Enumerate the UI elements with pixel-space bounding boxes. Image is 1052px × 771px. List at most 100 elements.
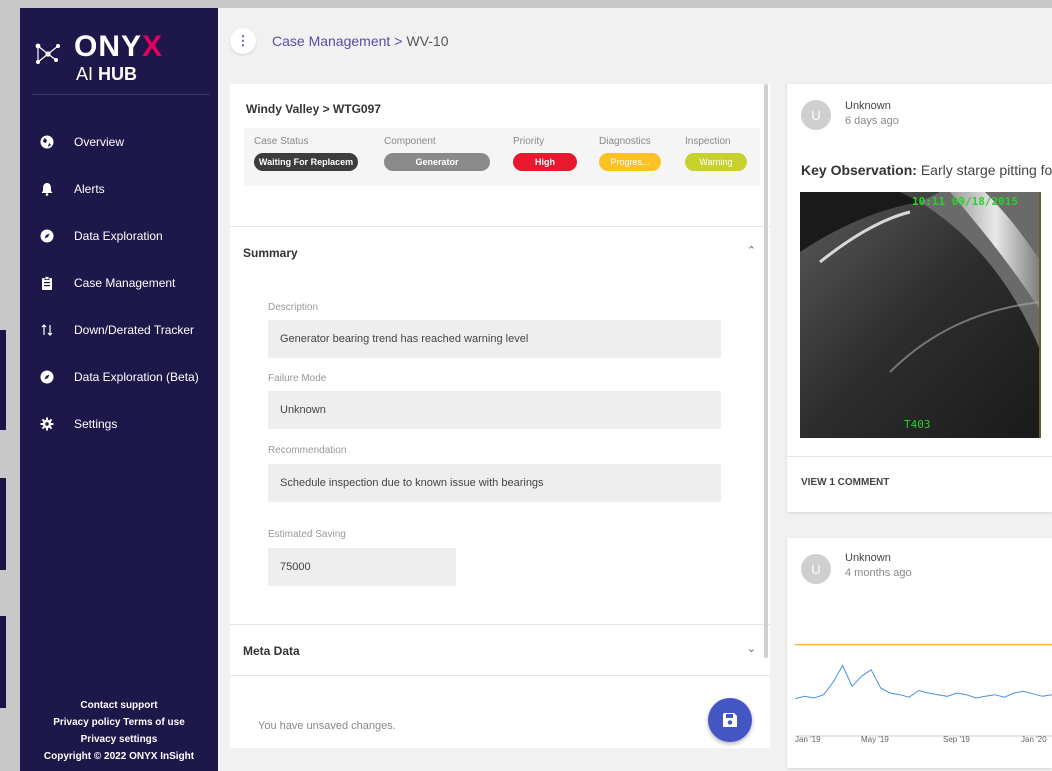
inspection-pill[interactable]: Warning [685,153,747,171]
sidebar-item-data-exploration-beta[interactable]: Data Exploration (Beta) [20,353,218,400]
photo-timestamp: 10:11 09/18/2015 [912,195,1018,208]
diagnostics-pill[interactable]: Progres... [599,153,661,171]
sidebar-footer: Contact support Privacy policy Terms of … [20,697,218,765]
trend-card: U Unknown 4 months ago Jan '19 May '19 S… [787,538,1052,768]
brand-logo[interactable]: ONYX AI HUB [34,26,204,86]
vertical-dots-icon: ⋮ [236,33,250,48]
meta-data-header[interactable]: Meta Data ⌄ [230,624,770,676]
case-title: Windy Valley > WTG097 [246,102,381,116]
sidebar-item-case-management[interactable]: Case Management [20,259,218,306]
inspection-photo[interactable]: 10:11 09/18/2015 T403 [800,192,1041,438]
sidebar-item-down-derated-tracker[interactable]: Down/Derated Tracker [20,306,218,353]
avatar: U [801,554,831,584]
status-label: Diagnostics [599,136,651,147]
status-strip: Case Status Waiting For Replacem Compone… [244,128,760,186]
failure-mode-label: Failure Mode [268,373,327,384]
trend-series-line [795,664,1052,700]
chevron-down-icon: ⌄ [746,643,756,655]
status-label: Case Status [254,136,309,147]
edge-artifact [0,616,6,708]
unsaved-changes-text: You have unsaved changes. [258,720,396,732]
globe-icon [40,135,54,149]
sidebar-item-settings[interactable]: Settings [20,400,218,447]
case-detail-panel: Windy Valley > WTG097 Case Status Waitin… [230,84,770,748]
breadcrumb-separator: > [394,33,403,49]
gear-icon [40,417,54,431]
sidebar-item-label: Down/Derated Tracker [74,322,195,337]
privacy-settings-link[interactable]: Privacy settings [20,731,218,748]
contact-support-link[interactable]: Contact support [20,697,218,714]
breadcrumb: Case Management > WV-10 [272,33,449,49]
breadcrumb-root[interactable]: Case Management [272,33,390,49]
inspection-photo-image [800,192,1041,438]
component-pill[interactable]: Generator [384,153,490,171]
sidebar-item-label: Case Management [74,275,176,290]
app-window: ONYX AI HUB Overview Alerts Data Explora… [20,8,1052,771]
sidebar-item-label: Alerts [74,181,105,196]
x-axis-label: May '19 [861,735,889,744]
compass-icon [40,370,54,384]
post-time: 6 days ago [845,115,899,127]
sidebar-divider [32,94,210,95]
trend-chart[interactable] [795,618,1052,738]
compass-icon [40,229,54,243]
sidebar-item-label: Overview [74,134,125,149]
brand-subtitle: AI HUB [76,64,138,84]
case-status: Case Status Waiting For Replacem [254,136,358,171]
recommendation-field[interactable]: Schedule inspection due to known issue w… [268,464,721,502]
x-axis-label: Jan '20 [1021,735,1047,744]
save-button[interactable] [708,698,752,742]
sidebar-item-alerts[interactable]: Alerts [20,165,218,212]
status-label: Inspection [685,136,731,147]
save-icon [723,713,737,727]
clipboard-icon [40,275,54,290]
priority-pill[interactable]: High [513,153,577,171]
sidebar-item-label: Data Exploration (Beta) [74,369,199,384]
more-menu-button[interactable]: ⋮ [230,28,256,54]
post-author: Unknown [845,100,891,112]
post-time: 4 months ago [845,567,912,579]
brand-name: ONYX [74,30,164,63]
sidebar-item-data-exploration[interactable]: Data Exploration [20,212,218,259]
top-bar: ⋮ Case Management > WV-10 [218,8,1052,72]
summary-header[interactable]: Summary ⌃ [230,226,770,278]
sidebar-item-overview[interactable]: Overview [20,118,218,165]
edge-artifact [0,478,6,570]
description-field[interactable]: Generator bearing trend has reached warn… [268,320,721,358]
sidebar: ONYX AI HUB Overview Alerts Data Explora… [20,8,218,771]
arrows-updown-icon [40,323,54,337]
post-author: Unknown [845,552,891,564]
priority-status: Priority High [513,136,577,171]
card-divider [787,456,1052,457]
status-label: Component [384,136,436,147]
privacy-terms-link[interactable]: Privacy policy Terms of use [20,714,218,731]
network-logo-icon [35,43,60,64]
x-axis-label: Sep '19 [943,735,970,744]
chevron-up-icon: ⌃ [746,245,756,257]
sidebar-item-label: Data Exploration [74,228,163,243]
copyright: Copyright © 2022 ONYX InSight [43,751,195,762]
photo-tag: T403 [904,418,931,431]
component-status: Component Generator [384,136,490,171]
summary-title: Summary [243,246,298,260]
estimated-saving-label: Estimated Saving [268,529,346,540]
observation-card: U Unknown 6 days ago Key Observation: Ea… [787,84,1052,512]
meta-data-title: Meta Data [243,644,300,658]
view-comments-button[interactable]: VIEW 1 COMMENT [801,477,889,488]
sidebar-nav: Overview Alerts Data Exploration Case Ma… [20,118,218,447]
sidebar-item-label: Settings [74,416,118,431]
scrollbar[interactable] [764,84,768,658]
avatar: U [801,100,831,130]
diagnostics-status: Diagnostics Progres... [599,136,661,171]
edge-artifact [0,330,6,430]
failure-mode-field[interactable]: Unknown [268,391,721,429]
estimated-saving-field[interactable]: 75000 [268,548,456,586]
inspection-status: Inspection Warning [685,136,747,171]
key-observation: Key Observation: Early starge pitting fo… [801,162,1052,178]
x-axis-label: Jan '19 [795,735,821,744]
recommendation-label: Recommendation [268,445,347,456]
breadcrumb-current: WV-10 [406,33,449,49]
case-status-pill[interactable]: Waiting For Replacem [254,153,358,171]
description-label: Description [268,302,319,313]
bell-icon [40,182,54,196]
